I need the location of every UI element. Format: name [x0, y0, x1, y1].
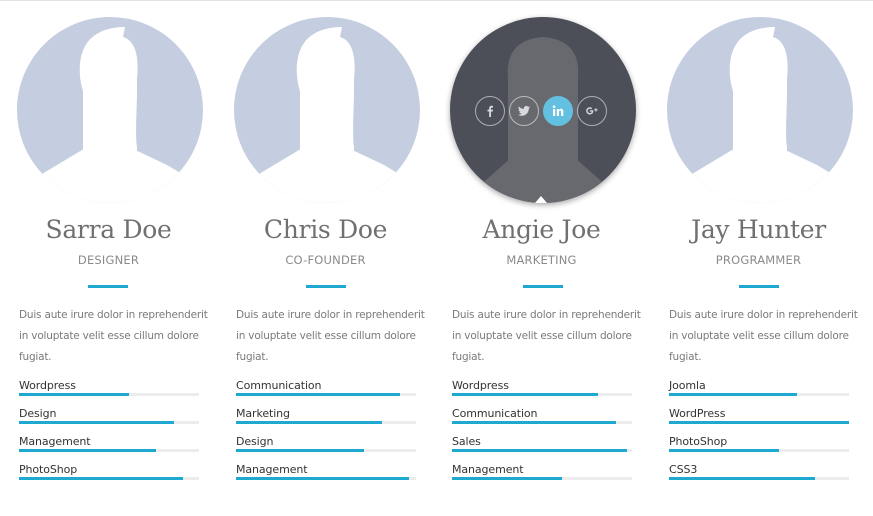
linkedin-icon[interactable]: [543, 96, 573, 126]
member-role: PROGRAMMER: [715, 253, 802, 267]
skill-bar: [19, 449, 199, 452]
skill-label: Design: [19, 407, 57, 420]
skill-row: PhotoShop: [19, 463, 199, 487]
person-silhouette-icon: [667, 27, 853, 203]
skill-bar: [669, 421, 849, 424]
skill-bar-fill: [669, 393, 797, 396]
skill-row: Communication: [452, 407, 632, 431]
skill-row: Management: [19, 435, 199, 459]
skill-label: Wordpress: [452, 379, 509, 392]
facebook-icon[interactable]: [475, 96, 505, 126]
skill-bar-fill: [669, 477, 815, 480]
skill-bar: [452, 421, 632, 424]
member-photo[interactable]: [450, 17, 636, 203]
skill-bar: [236, 393, 416, 396]
skill-row: Management: [236, 463, 416, 487]
skill-label: CSS3: [669, 463, 698, 476]
skill-row: Joomla: [669, 379, 849, 403]
skill-row: Communication: [236, 379, 416, 403]
skill-label: Sales: [452, 435, 481, 448]
skill-label: Marketing: [236, 407, 290, 420]
member-name: Angie Joe: [482, 215, 601, 244]
skill-label: Management: [19, 435, 91, 448]
member-role: DESIGNER: [77, 253, 140, 267]
skill-bar: [452, 449, 632, 452]
skill-label: Communication: [452, 407, 538, 420]
role-divider: [306, 285, 346, 288]
skill-bar-fill: [236, 421, 382, 424]
photo-caret-indicator: [535, 196, 547, 203]
skill-row: Management: [452, 463, 632, 487]
skill-bar-fill: [669, 449, 779, 452]
skill-label: Design: [236, 435, 274, 448]
skill-label: Management: [452, 463, 524, 476]
skill-label: Wordpress: [19, 379, 76, 392]
team-member-card: Angie Joe MARKETING Duis aute irure dolo…: [433, 0, 650, 516]
person-silhouette-icon: [234, 27, 420, 203]
skill-bar-fill: [19, 477, 183, 480]
skill-row: WordPress: [669, 407, 849, 431]
skill-label: WordPress: [669, 407, 726, 420]
role-divider: [88, 285, 128, 288]
skill-bar-fill: [452, 449, 627, 452]
skill-label: Communication: [236, 379, 322, 392]
member-description: Duis aute irure dolor in reprehenderit i…: [236, 309, 425, 363]
skill-row: Wordpress: [19, 379, 199, 403]
skill-bar-fill: [19, 421, 174, 424]
skill-row: CSS3: [669, 463, 849, 487]
skill-bar-fill: [236, 393, 400, 396]
member-name: Sarra Doe: [45, 215, 172, 244]
skill-label: Joomla: [669, 379, 706, 392]
skill-bar: [452, 477, 632, 480]
person-silhouette-icon: [17, 27, 203, 203]
skill-bar: [19, 393, 199, 396]
skill-bar: [236, 449, 416, 452]
skill-row: Design: [236, 435, 416, 459]
member-description: Duis aute irure dolor in reprehenderit i…: [452, 309, 641, 363]
skill-row: Wordpress: [452, 379, 632, 403]
skill-bar-fill: [19, 393, 129, 396]
member-role: CO-FOUNDER: [285, 253, 366, 267]
member-description: Duis aute irure dolor in reprehenderit i…: [19, 309, 208, 363]
skill-bar: [452, 393, 632, 396]
role-divider: [523, 285, 563, 288]
skill-bar-fill: [452, 393, 598, 396]
member-description: Duis aute irure dolor in reprehenderit i…: [669, 309, 858, 363]
google-plus-icon[interactable]: [577, 96, 607, 126]
team-member-card: Chris Doe CO-FOUNDER Duis aute irure dol…: [217, 0, 434, 516]
skill-bar: [236, 421, 416, 424]
member-photo[interactable]: [17, 17, 203, 203]
skill-row: Design: [19, 407, 199, 431]
team-section: Sarra Doe DESIGNER Duis aute irure dolor…: [0, 0, 873, 516]
skill-bar-fill: [236, 477, 409, 480]
skill-label: Management: [236, 463, 308, 476]
member-photo[interactable]: [667, 17, 853, 203]
member-photo[interactable]: [234, 17, 420, 203]
role-divider: [739, 285, 779, 288]
skill-bar-fill: [669, 421, 849, 424]
member-role: MARKETING: [506, 253, 577, 267]
skill-bar-fill: [236, 449, 364, 452]
skill-label: PhotoShop: [669, 435, 728, 448]
team-member-card: Sarra Doe DESIGNER Duis aute irure dolor…: [0, 0, 217, 516]
skill-bar: [19, 477, 199, 480]
team-member-card: Jay Hunter PROGRAMMER Duis aute irure do…: [650, 0, 867, 516]
skill-bar: [669, 449, 849, 452]
skill-row: Sales: [452, 435, 632, 459]
twitter-icon[interactable]: [509, 96, 539, 126]
skill-bar: [236, 477, 416, 480]
social-links: [475, 96, 611, 128]
skill-bar: [669, 477, 849, 480]
skill-row: Marketing: [236, 407, 416, 431]
skill-bar-fill: [19, 449, 156, 452]
skill-bar: [19, 421, 199, 424]
skill-bar: [669, 393, 849, 396]
member-name: Jay Hunter: [691, 215, 826, 244]
skill-label: PhotoShop: [19, 463, 78, 476]
skill-bar-fill: [452, 477, 562, 480]
skill-row: PhotoShop: [669, 435, 849, 459]
member-name: Chris Doe: [263, 215, 388, 244]
skill-bar-fill: [452, 421, 616, 424]
